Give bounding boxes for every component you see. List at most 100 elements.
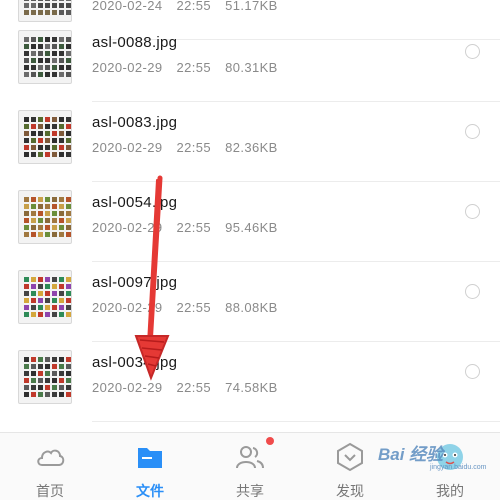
- thumbnail-cell: [38, 392, 43, 397]
- select-radio[interactable]: [465, 284, 480, 299]
- thumbnail-cell: [24, 51, 29, 56]
- file-row[interactable]: asl-0054.jpg 2020-02-29 22:55 95.46KB: [0, 182, 500, 262]
- thumbnail-cell: [66, 37, 71, 42]
- thumbnail-cell: [59, 385, 64, 390]
- file-row[interactable]: asl-0034.jpg 2020-02-29 22:55 74.58KB: [0, 342, 500, 422]
- thumbnail-cell: [52, 65, 57, 70]
- tab-share[interactable]: 共享: [200, 433, 300, 500]
- thumbnail-cell: [24, 385, 29, 390]
- thumbnail-cell: [45, 138, 50, 143]
- thumbnail-cell: [59, 204, 64, 209]
- tab-files[interactable]: 文件: [100, 433, 200, 500]
- thumbnail-cell: [24, 138, 29, 143]
- thumbnail-cell: [31, 218, 36, 223]
- thumbnail-cell: [45, 124, 50, 129]
- thumbnail-cell: [66, 152, 71, 157]
- select-radio[interactable]: [465, 44, 480, 59]
- file-row[interactable]: asl-0097.jpg 2020-02-29 22:55 88.08KB: [0, 262, 500, 342]
- file-thumbnail: [18, 110, 72, 164]
- thumbnail-cell: [52, 117, 57, 122]
- thumbnail-cell: [24, 364, 29, 369]
- thumbnail-cell: [52, 138, 57, 143]
- thumbnail-cell: [52, 152, 57, 157]
- thumbnail-cell: [45, 284, 50, 289]
- thumbnail-cell: [38, 37, 43, 42]
- file-name: asl-0097.jpg: [92, 274, 178, 291]
- file-date: 2020-02-29: [92, 300, 163, 315]
- thumbnail-cell: [45, 357, 50, 362]
- thumbnail-cell: [59, 312, 64, 317]
- thumbnail-cell: [66, 385, 71, 390]
- thumbnail-cell: [24, 152, 29, 157]
- thumbnail-cell: [24, 357, 29, 362]
- select-radio[interactable]: [465, 364, 480, 379]
- thumbnail-cell: [66, 305, 71, 310]
- thumbnail-cell: [38, 51, 43, 56]
- thumbnail-cell: [45, 232, 50, 237]
- thumbnail-cell: [38, 232, 43, 237]
- thumbnail-cell: [52, 44, 57, 49]
- thumbnail-cell: [45, 298, 50, 303]
- thumbnail-cell: [31, 152, 36, 157]
- thumbnail-cell: [59, 3, 64, 8]
- cloud-icon: [37, 449, 65, 466]
- file-name: asl-0034.jpg: [92, 354, 178, 371]
- thumbnail-cell: [59, 357, 64, 362]
- thumbnail-cell: [66, 284, 71, 289]
- thumbnail-cell: [24, 378, 29, 383]
- thumbnail-cell: [38, 291, 43, 296]
- tab-label: 首页: [36, 483, 64, 499]
- file-name: asl-0083.jpg: [92, 114, 178, 131]
- file-thumbnail: [18, 30, 72, 84]
- thumbnail-cell: [52, 211, 57, 216]
- thumbnail-cell: [45, 204, 50, 209]
- thumbnail-cell: [45, 305, 50, 310]
- notification-badge: [266, 437, 274, 445]
- thumbnail-cell: [59, 211, 64, 216]
- thumbnail-cell: [24, 305, 29, 310]
- thumbnail-cell: [24, 284, 29, 289]
- thumbnail-cell: [31, 44, 36, 49]
- thumbnail-cell: [31, 378, 36, 383]
- file-size: 88.08KB: [225, 300, 278, 315]
- thumbnail-cell: [31, 145, 36, 150]
- thumbnail-cell: [52, 58, 57, 63]
- tab-label: 文件: [136, 483, 164, 499]
- thumbnail-cell: [66, 3, 71, 8]
- file-thumbnail: [18, 350, 72, 404]
- thumbnail-cell: [24, 312, 29, 317]
- thumbnail-cell: [31, 51, 36, 56]
- thumbnail-cell: [45, 312, 50, 317]
- thumbnail-cell: [45, 72, 50, 77]
- select-radio[interactable]: [465, 204, 480, 219]
- thumbnail-cell: [66, 225, 71, 230]
- thumbnail-cell: [59, 218, 64, 223]
- thumbnail-cell: [52, 131, 57, 136]
- thumbnail-cell: [38, 124, 43, 129]
- thumbnail-cell: [24, 371, 29, 376]
- file-row[interactable]: asl-0083.jpg 2020-02-29 22:55 82.36KB: [0, 102, 500, 182]
- thumbnail-cell: [52, 392, 57, 397]
- file-size: 95.46KB: [225, 220, 278, 235]
- thumbnail-cell: [66, 364, 71, 369]
- thumbnail-cell: [24, 197, 29, 202]
- thumbnail-cell: [31, 197, 36, 202]
- thumbnail-cell: [31, 392, 36, 397]
- thumbnail-cell: [38, 378, 43, 383]
- select-radio[interactable]: [465, 124, 480, 139]
- thumbnail-cell: [66, 204, 71, 209]
- thumbnail-cell: [31, 0, 36, 1]
- thumbnail-cell: [31, 117, 36, 122]
- thumbnail-cell: [31, 364, 36, 369]
- thumbnail-cell: [52, 72, 57, 77]
- file-name: asl-0054.jpg: [92, 194, 178, 211]
- file-row[interactable]: asl-0088.jpg 2020-02-29 22:55 80.31KB: [0, 22, 500, 102]
- thumbnail-cell: [52, 37, 57, 42]
- thumbnail-cell: [24, 204, 29, 209]
- thumbnail-cell: [38, 145, 43, 150]
- thumbnail-cell: [66, 232, 71, 237]
- thumbnail-cell: [38, 371, 43, 376]
- thumbnail-cell: [59, 37, 64, 42]
- thumbnail-cell: [45, 385, 50, 390]
- tab-home[interactable]: 首页: [0, 433, 100, 500]
